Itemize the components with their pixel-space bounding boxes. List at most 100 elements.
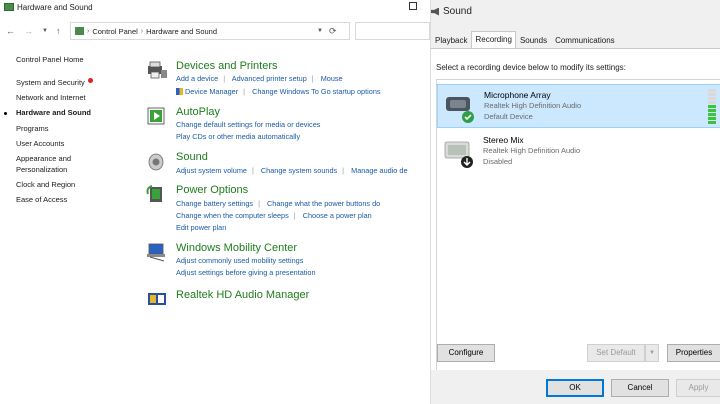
mobility-center-icon xyxy=(147,243,165,262)
refresh-icon[interactable]: ⟳ xyxy=(329,26,341,38)
stereo-mix-icon xyxy=(444,141,473,168)
recording-panel: Select a recording device below to modif… xyxy=(431,48,720,379)
recent-locations-chevron-icon[interactable]: ▼ xyxy=(42,28,48,34)
breadcrumb-separator-icon: › xyxy=(87,27,90,35)
device-row-stereo-mix[interactable]: Stereo Mix Realtek High Definition Audio… xyxy=(437,130,720,174)
tab-communications[interactable]: Communications xyxy=(551,32,619,48)
level-segment xyxy=(708,105,716,108)
window-title: Hardware and Sound xyxy=(17,2,93,12)
search-box[interactable] xyxy=(355,22,430,40)
level-segment xyxy=(708,113,716,116)
control-panel-titlebar: Hardware and Sound xyxy=(0,0,430,14)
device-status: Default Device xyxy=(484,112,533,121)
link-adjust-system-volume[interactable]: Adjust system volume xyxy=(176,166,247,175)
sidebar-item-appearance[interactable]: Appearance and xyxy=(16,154,71,163)
configure-button[interactable]: Configure xyxy=(437,344,495,362)
autoplay-icon xyxy=(147,107,165,125)
sidebar-item-hardware-and-sound[interactable]: Hardware and Sound xyxy=(16,108,91,117)
address-bar[interactable]: › Control Panel › Hardware and Sound ▼ xyxy=(70,22,350,40)
category-title[interactable]: AutoPlay xyxy=(176,106,220,118)
link-choose-power-plan[interactable]: Choose a power plan xyxy=(303,211,372,220)
link-change-sleep[interactable]: Change when the computer sleeps xyxy=(176,211,289,220)
category-links: Adjust system volume | Change system soun… xyxy=(176,166,408,175)
maximize-button[interactable] xyxy=(409,2,417,10)
category-links: Adjust settings before giving a presenta… xyxy=(176,268,316,277)
link-play-cds-automatically[interactable]: Play CDs or other media automatically xyxy=(176,132,300,141)
category-title[interactable]: Windows Mobility Center xyxy=(176,242,297,254)
link-mouse[interactable]: Mouse xyxy=(321,74,343,83)
set-default-button[interactable]: Set Default xyxy=(587,344,645,362)
back-arrow-icon[interactable]: ← xyxy=(6,26,15,36)
level-segment xyxy=(708,117,716,120)
dialog-footer: OK Cancel Apply xyxy=(431,370,720,404)
tab-sounds[interactable]: Sounds xyxy=(516,32,551,48)
address-row: ← → ▼ ↑ › Control Panel › Hardware and S… xyxy=(0,22,430,40)
link-add-a-device[interactable]: Add a device xyxy=(176,74,218,83)
sidebar-item-clock-and-region[interactable]: Clock and Region xyxy=(16,180,75,189)
sidebar-item-programs[interactable]: Programs xyxy=(16,124,49,133)
active-bullet-icon xyxy=(4,112,7,115)
sidebar-item-ease-of-access[interactable]: Ease of Access xyxy=(16,195,67,204)
forward-arrow-icon[interactable]: → xyxy=(24,26,33,36)
device-driver: Realtek High Definition Audio xyxy=(483,146,581,155)
sound-dialog-titlebar: Sound xyxy=(431,6,472,17)
link-adjust-presentation-settings[interactable]: Adjust settings before giving a presenta… xyxy=(176,268,316,277)
breadcrumb-control-panel[interactable]: Control Panel xyxy=(92,27,137,36)
dialog-title: Sound xyxy=(443,6,472,17)
link-change-power-buttons[interactable]: Change what the power buttons do xyxy=(267,199,380,208)
device-row-microphone-array[interactable]: Microphone Array Realtek High Definition… xyxy=(437,84,720,128)
level-segment xyxy=(708,109,716,112)
link-change-system-sounds[interactable]: Change system sounds xyxy=(261,166,337,175)
sidebar-item-user-accounts[interactable]: User Accounts xyxy=(16,139,64,148)
notification-dot-icon xyxy=(88,78,93,83)
tab-recording[interactable]: Recording xyxy=(471,31,516,48)
sound-dialog: Sound Playback Recording Sounds Communic… xyxy=(430,0,720,404)
breadcrumb-hardware-and-sound[interactable]: Hardware and Sound xyxy=(146,27,217,36)
ok-button[interactable]: OK xyxy=(546,379,604,397)
up-arrow-icon[interactable]: ↑ xyxy=(56,26,61,36)
printer-icon xyxy=(148,61,167,79)
sidebar-item-system-and-security[interactable]: System and Security xyxy=(16,78,85,87)
category-links: Add a device | Advanced printer setup | Mo… xyxy=(176,74,343,83)
category-links: Change when the computer sleeps | Choose … xyxy=(176,211,372,220)
link-change-battery-settings[interactable]: Change battery settings xyxy=(176,199,253,208)
sidebar-item-personalization[interactable]: Personalization xyxy=(16,165,67,174)
link-edit-power-plan[interactable]: Edit power plan xyxy=(176,223,226,232)
link-device-manager[interactable]: Device Manager xyxy=(185,87,238,96)
device-driver: Realtek High Definition Audio xyxy=(484,101,582,110)
category-title[interactable]: Realtek HD Audio Manager xyxy=(176,289,309,301)
microphone-icon xyxy=(446,97,474,123)
link-adjust-mobility-settings[interactable]: Adjust commonly used mobility settings xyxy=(176,256,303,265)
category-links: Change default settings for media or dev… xyxy=(176,120,320,129)
device-name: Microphone Array xyxy=(484,90,551,100)
level-segment xyxy=(708,97,716,100)
cancel-button[interactable]: Cancel xyxy=(611,379,669,397)
sidebar-item-control-panel-home[interactable]: Control Panel Home xyxy=(16,55,84,64)
folder-icon xyxy=(75,27,84,35)
category-links: Device Manager | Change Windows To Go sta… xyxy=(176,87,381,96)
level-meter xyxy=(708,88,716,124)
category-title[interactable]: Devices and Printers xyxy=(176,60,278,72)
link-windows-to-go[interactable]: Change Windows To Go startup options xyxy=(252,87,380,96)
tab-playback[interactable]: Playback xyxy=(431,32,471,48)
level-segment xyxy=(708,93,716,96)
level-segment xyxy=(708,101,716,104)
link-manage-audio-devices[interactable]: Manage audio de xyxy=(351,166,407,175)
address-dropdown-icon[interactable]: ▼ xyxy=(317,28,323,34)
uac-shield-icon xyxy=(176,88,183,95)
category-title[interactable]: Sound xyxy=(176,151,208,163)
category-links: Adjust commonly used mobility settings xyxy=(176,256,303,265)
properties-button[interactable]: Properties xyxy=(667,344,720,362)
power-options-icon xyxy=(146,185,162,202)
realtek-icon xyxy=(148,293,166,305)
device-name: Stereo Mix xyxy=(483,135,524,145)
link-change-default-media-settings[interactable]: Change default settings for media or dev… xyxy=(176,120,320,129)
speaker-icon xyxy=(148,153,164,171)
apply-button[interactable]: Apply xyxy=(676,379,720,397)
category-title[interactable]: Power Options xyxy=(176,184,248,196)
link-advanced-printer-setup[interactable]: Advanced printer setup xyxy=(232,74,307,83)
set-default-dropdown-icon[interactable]: ▼ xyxy=(645,344,659,362)
sidebar-item-network-and-internet[interactable]: Network and Internet xyxy=(16,93,86,102)
level-segment xyxy=(708,89,716,92)
category-links: Play CDs or other media automatically xyxy=(176,132,300,141)
